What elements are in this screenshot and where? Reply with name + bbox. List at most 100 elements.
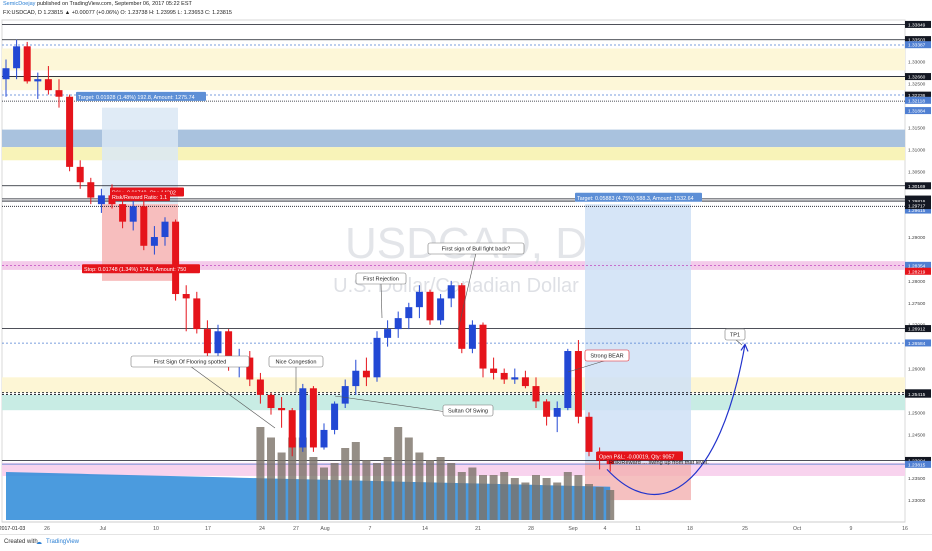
- candle: [150, 237, 158, 246]
- volume-bar: [468, 467, 477, 520]
- callout-label: First Sign Of Flooring spotted: [154, 360, 227, 366]
- footer-brand[interactable]: TradingView: [46, 539, 79, 545]
- price-tick-label: 1.24500: [908, 432, 926, 438]
- candle: [119, 204, 127, 222]
- candle: [479, 324, 487, 369]
- candle: [278, 408, 286, 411]
- price-tick-label: 1.33000: [908, 60, 926, 66]
- candle: [511, 377, 519, 380]
- candle: [384, 329, 392, 338]
- time-tick-label: Aug: [320, 526, 329, 532]
- price-tick-label: 1.25415: [908, 392, 926, 398]
- volume-bar: [436, 457, 445, 520]
- volume-bar: [267, 437, 275, 520]
- candle: [267, 394, 275, 409]
- candle: [299, 388, 307, 448]
- callout-label: TP1: [730, 333, 740, 339]
- price-tick-label: 1.25000: [908, 410, 926, 416]
- price-tick-label: 1.32500: [908, 82, 926, 88]
- candle: [490, 368, 498, 373]
- candle: [405, 307, 413, 319]
- time-tick-label: Oct: [793, 526, 802, 532]
- price-tick-label: 1.26912: [908, 327, 926, 333]
- price-zone: [2, 48, 905, 71]
- chart-stage: SemicDoejay published on TradingView.com…: [0, 0, 932, 551]
- candle: [97, 195, 105, 205]
- candle: [373, 337, 381, 378]
- long-target-zone: [585, 204, 691, 463]
- candle: [362, 370, 370, 378]
- volume-bar: [373, 463, 381, 520]
- time-tick-label: 26: [44, 526, 50, 532]
- volume-bar: [489, 475, 498, 520]
- volume-bar: [457, 472, 466, 520]
- callout-label: First Rejection: [363, 277, 399, 283]
- time-tick-label: 17: [205, 526, 211, 532]
- candle: [341, 386, 349, 404]
- volume-bar: [532, 475, 540, 520]
- candle: [447, 285, 455, 299]
- candle: [415, 291, 423, 308]
- volume-bar: [574, 475, 583, 520]
- callout-label: Sultan Of Swing: [448, 409, 488, 415]
- price-tick-label: 1.31884: [908, 109, 926, 115]
- price-tick-label: 1.29717: [908, 204, 926, 210]
- short-rr-label: Risk/Reward Ratio: 1.1: [112, 195, 167, 201]
- volume-bar: [595, 487, 604, 520]
- candle: [193, 298, 201, 330]
- volume-bar: [341, 448, 350, 520]
- price-tick-label: 1.26584: [908, 341, 926, 347]
- footer-created: Created with: [4, 539, 38, 545]
- volume-bar: [415, 452, 424, 520]
- price-tick-label: 1.27500: [908, 301, 926, 307]
- time-tick-label: 25: [742, 526, 748, 532]
- time-tick-label: 2017-01-03: [0, 526, 25, 532]
- candle: [172, 221, 180, 295]
- candle: [161, 221, 169, 238]
- candle: [458, 285, 466, 349]
- price-tick-label: 1.23000: [908, 498, 926, 504]
- price-tick-label: 1.23815: [908, 462, 926, 468]
- price-tick-label: 1.31500: [908, 125, 926, 131]
- volume-bar: [553, 482, 562, 520]
- candle: [543, 401, 551, 417]
- candle: [2, 68, 10, 80]
- price-chart[interactable]: USDCAD, DU.S. Dollar/Canadian DollarTarg…: [0, 0, 932, 534]
- price-tick-label: 1.28000: [908, 279, 926, 285]
- candle: [468, 324, 476, 349]
- price-zone: [2, 76, 905, 91]
- callout-label: First sign of Bull fight back?: [442, 247, 510, 253]
- time-tick-label: 27: [293, 526, 299, 532]
- candle: [214, 331, 222, 354]
- time-tick-label: 11: [635, 526, 640, 532]
- price-tick-label: 1.29000: [908, 235, 926, 241]
- volume-bar: [585, 484, 593, 520]
- price-axis: 1.338491.335031.333871.330001.326601.325…: [905, 20, 931, 504]
- candle: [394, 318, 402, 330]
- price-tick-label: 1.33387: [908, 43, 926, 49]
- volume-bar: [277, 452, 286, 520]
- time-tick-label: 28: [528, 526, 534, 532]
- candle: [352, 370, 360, 387]
- candle: [140, 206, 148, 246]
- callout-label: Strong BEAR: [590, 354, 623, 360]
- candle: [426, 291, 434, 321]
- long-note-label: Risk/Reward ... swing up from that level…: [609, 460, 709, 466]
- candle: [564, 351, 572, 409]
- short-stop-label: Stop: 0.01748 (1.34%) 174.8, Amount: 750: [84, 267, 186, 273]
- tradingview-logo-icon: ☁: [36, 540, 42, 546]
- footer: Created with ☁ TradingView: [0, 534, 932, 551]
- short-target-label: Target: 0.01928 (1.48%) 192.8, Amount: 1…: [78, 95, 195, 101]
- candle: [129, 206, 137, 222]
- volume-bar: [479, 475, 487, 520]
- candle: [309, 388, 317, 448]
- time-tick-label: 24: [259, 526, 265, 532]
- price-tick-label: 1.23500: [908, 476, 926, 482]
- time-tick-label: Sep: [568, 526, 577, 532]
- price-tick-label: 1.26000: [908, 367, 926, 373]
- volume-bar: [309, 457, 318, 520]
- volume-bar: [330, 463, 339, 520]
- volume-bar: [542, 478, 551, 520]
- volume-bar: [320, 467, 328, 520]
- candle: [34, 79, 42, 82]
